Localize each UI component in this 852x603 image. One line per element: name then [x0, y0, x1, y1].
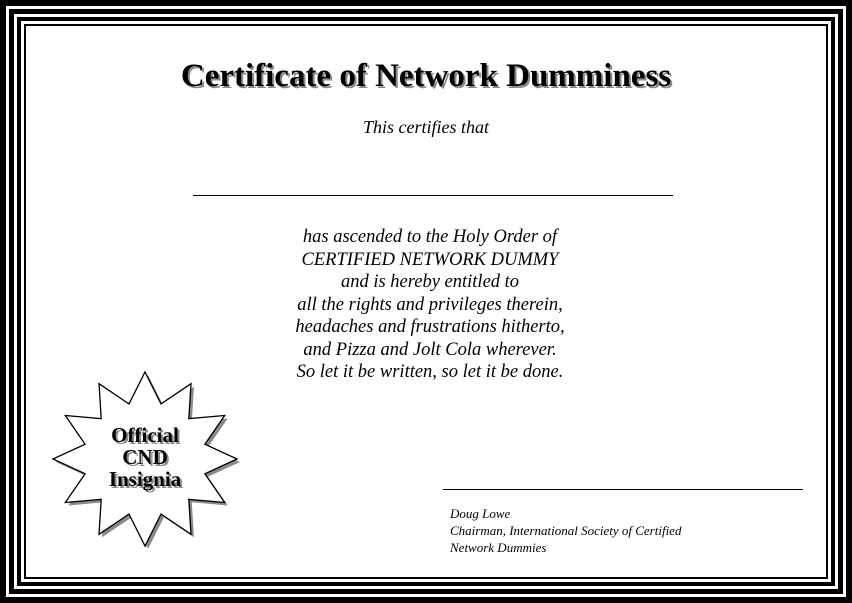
body-line: has ascended to the Holy Order of [302, 227, 558, 247]
signature-block: Doug Lowe Chairman, International Societ… [450, 505, 810, 556]
body-line: CERTIFIED NETWORK DUMMY [301, 249, 559, 270]
seal-text: Official CND Insignia [50, 424, 240, 490]
signature-line [443, 489, 803, 490]
seal-line: CND [122, 445, 168, 469]
certificate-subtitle: This certifies that [363, 117, 489, 137]
official-seal: Official CND Insignia [50, 370, 240, 548]
certificate-page: Certificate of Network Dumminess This ce… [0, 0, 852, 603]
seal-line: Official [111, 423, 179, 447]
body-line: So let it be written, so let it be done. [296, 362, 564, 382]
body-line: all the rights and privileges therein, [297, 294, 563, 315]
signer-title: Chairman, International Society of Certi… [450, 523, 682, 538]
body-line: and Pizza and Jolt Cola wherever. [303, 339, 557, 360]
body-line: headaches and frustrations hitherto, [295, 317, 565, 337]
seal-line: Insignia [108, 467, 182, 491]
certificate-title: Certificate of Network Dumminess [180, 58, 672, 94]
signer-name: Doug Lowe [450, 506, 511, 521]
recipient-name-line [193, 195, 673, 196]
body-line: and is hereby entitled to [340, 272, 520, 292]
certificate-body: has ascended to the Holy Order of CERTIF… [220, 226, 640, 384]
signer-title-cont: Network Dummies [450, 540, 547, 555]
